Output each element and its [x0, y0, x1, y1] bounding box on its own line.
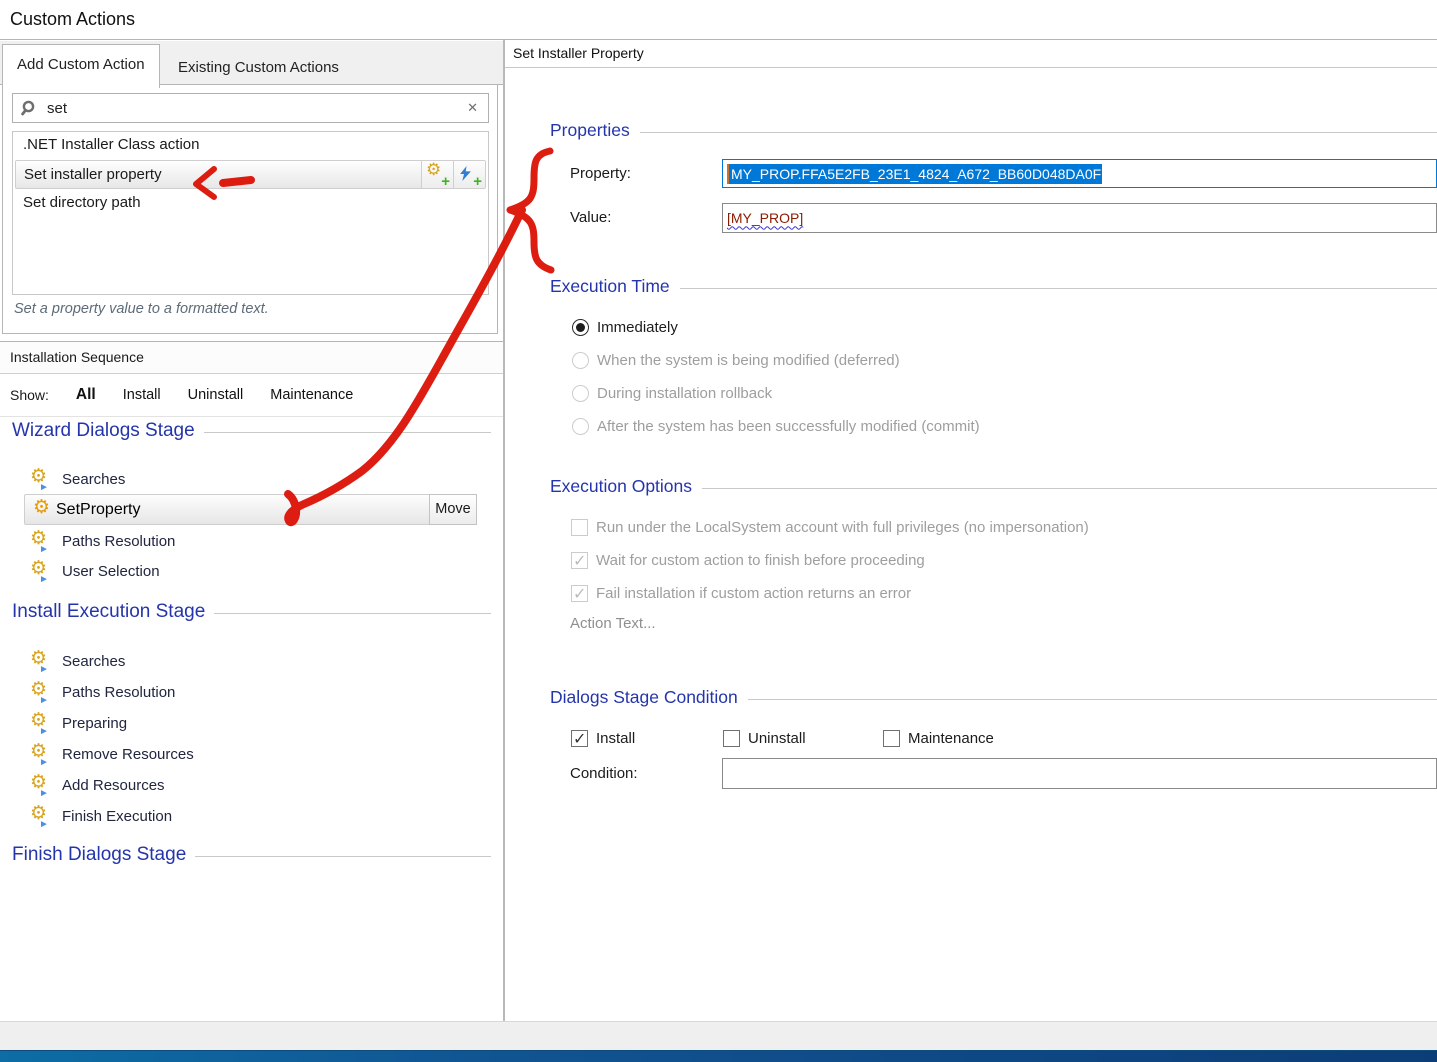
sequence-item-finish-execution[interactable]: ⚙► Finish Execution	[30, 803, 172, 829]
gear-arrow-icon: ⚙►	[30, 468, 53, 490]
sequence-item-add-resources[interactable]: ⚙► Add Resources	[30, 772, 165, 798]
bottom-accent-bar	[0, 1050, 1437, 1062]
checkbox-maintenance[interactable]: Maintenance	[883, 728, 994, 748]
filter-uninstall[interactable]: Uninstall	[188, 387, 244, 403]
property-label: Property:	[570, 165, 722, 182]
sequence-item-searches-exec[interactable]: ⚙► Searches	[30, 648, 125, 674]
radio-rollback: During installation rollback	[572, 383, 772, 403]
tab-existing-custom-actions[interactable]: Existing Custom Actions	[164, 48, 353, 88]
sequence-item-paths-resolution-exec[interactable]: ⚙► Paths Resolution	[30, 679, 175, 705]
sequence-item-setproperty-selected[interactable]: ⚙ SetProperty Move	[24, 494, 477, 525]
action-text-link: Action Text...	[570, 615, 656, 632]
action-description: Set a property value to a formatted text…	[14, 301, 269, 317]
row-action-buttons: ⚙ + +	[421, 161, 485, 188]
radio-icon	[572, 385, 589, 402]
condition-input[interactable]	[722, 758, 1437, 789]
lightning-add-icon	[460, 166, 471, 181]
radio-deferred: When the system is being modified (defer…	[572, 350, 900, 370]
search-input[interactable]: set ✕	[12, 93, 489, 123]
radio-icon	[572, 352, 589, 369]
checkbox-checked-icon	[571, 552, 588, 569]
value-label: Value:	[570, 209, 722, 226]
checkbox-install[interactable]: Install	[571, 728, 635, 748]
gear-arrow-icon: ⚙►	[30, 743, 53, 765]
gear-arrow-icon: ⚙►	[30, 560, 53, 582]
stage-heading-finish-dialogs: Finish Dialogs Stage	[12, 844, 491, 866]
stage-heading-wizard-dialogs: Wizard Dialogs Stage	[12, 420, 491, 442]
status-bar	[0, 1021, 1437, 1050]
add-custom-action-panel: set ✕ .NET Installer Class action Set in…	[2, 85, 498, 334]
gear-arrow-icon: ⚙►	[30, 774, 53, 796]
property-row: Property: MY_PROP.FFA5E2FB_23E1_4824_A67…	[570, 158, 1437, 189]
filter-all[interactable]: All	[76, 386, 96, 404]
value-row: Value: [MY_PROP]	[570, 202, 1437, 233]
installation-sequence-title: Installation Sequence	[0, 342, 503, 374]
property-value-selected: MY_PROP.FFA5E2FB_23E1_4824_A672_BB60D048…	[727, 164, 1102, 184]
value-input[interactable]: [MY_PROP]	[722, 203, 1437, 233]
stage-heading-install-execution: Install Execution Stage	[12, 601, 491, 623]
checkbox-wait-finish: Wait for custom action to finish before …	[571, 550, 925, 570]
add-custom-action-button[interactable]: ⚙ +	[421, 161, 453, 188]
condition-row: Condition:	[570, 758, 1437, 789]
sequence-item-user-selection[interactable]: ⚙► User Selection	[30, 558, 160, 584]
show-label: Show:	[10, 387, 49, 403]
execution-options-heading: Execution Options	[550, 476, 1437, 497]
tab-bar: Add Custom Action Existing Custom Action…	[0, 41, 503, 85]
checkbox-run-localsystem: Run under the LocalSystem account with f…	[571, 517, 1089, 537]
page-title-bar: Custom Actions	[0, 0, 1437, 40]
gear-icon: ⚙	[33, 499, 56, 521]
list-item-label: Set installer property	[24, 166, 162, 183]
radio-icon	[572, 418, 589, 435]
installation-sequence-panel: Installation Sequence Show: All Install …	[0, 341, 503, 1021]
filter-install[interactable]: Install	[123, 387, 161, 403]
set-installer-property-panel: Set Installer Property Properties Proper…	[505, 40, 1437, 1021]
checkbox-icon	[883, 730, 900, 747]
show-filter-row: Show: All Install Uninstall Maintenance	[0, 374, 503, 417]
move-button[interactable]: Move	[429, 494, 477, 525]
radio-commit: After the system has been successfully m…	[572, 416, 980, 436]
add-quick-action-button[interactable]: +	[453, 161, 485, 188]
properties-heading: Properties	[550, 120, 1437, 141]
right-panel-title: Set Installer Property	[505, 41, 1437, 68]
list-item[interactable]: Set directory path	[13, 190, 488, 217]
action-results-list: .NET Installer Class action Set installe…	[12, 131, 489, 295]
checkbox-checked-icon	[571, 730, 588, 747]
sequence-item-paths-resolution[interactable]: ⚙► Paths Resolution	[30, 528, 175, 554]
filter-maintenance[interactable]: Maintenance	[270, 387, 353, 403]
tab-add-custom-action[interactable]: Add Custom Action	[2, 44, 160, 88]
value-value: [MY_PROP]	[727, 210, 803, 226]
radio-immediately[interactable]: Immediately	[572, 317, 678, 337]
checkbox-fail-on-error: Fail installation if custom action retur…	[571, 583, 911, 603]
checkbox-checked-icon	[571, 585, 588, 602]
gear-arrow-icon: ⚙►	[30, 650, 53, 672]
gear-arrow-icon: ⚙►	[30, 712, 53, 734]
sequence-item-remove-resources[interactable]: ⚙► Remove Resources	[30, 741, 194, 767]
list-item[interactable]: .NET Installer Class action	[13, 132, 488, 159]
gear-add-icon: ⚙	[426, 160, 441, 180]
checkbox-icon	[571, 519, 588, 536]
sequence-item-preparing[interactable]: ⚙► Preparing	[30, 710, 127, 736]
custom-actions-screen: Custom Actions Add Custom Action Existin…	[0, 0, 1437, 1062]
gear-arrow-icon: ⚙►	[30, 530, 53, 552]
gear-arrow-icon: ⚙►	[30, 681, 53, 703]
list-item-selected[interactable]: Set installer property ⚙ + +	[15, 160, 486, 189]
condition-label: Condition:	[570, 765, 722, 782]
dialogs-stage-condition-heading: Dialogs Stage Condition	[550, 687, 1437, 708]
search-icon	[21, 100, 38, 117]
checkbox-icon	[723, 730, 740, 747]
radio-selected-icon	[572, 319, 589, 336]
execution-time-heading: Execution Time	[550, 276, 1437, 297]
search-value: set	[47, 100, 67, 117]
property-input[interactable]: MY_PROP.FFA5E2FB_23E1_4824_A672_BB60D048…	[722, 159, 1437, 188]
clear-search-icon[interactable]: ✕	[467, 100, 478, 116]
sequence-item-searches[interactable]: ⚙► Searches	[30, 466, 125, 492]
page-title: Custom Actions	[10, 9, 135, 30]
checkbox-uninstall[interactable]: Uninstall	[723, 728, 806, 748]
gear-arrow-icon: ⚙►	[30, 805, 53, 827]
